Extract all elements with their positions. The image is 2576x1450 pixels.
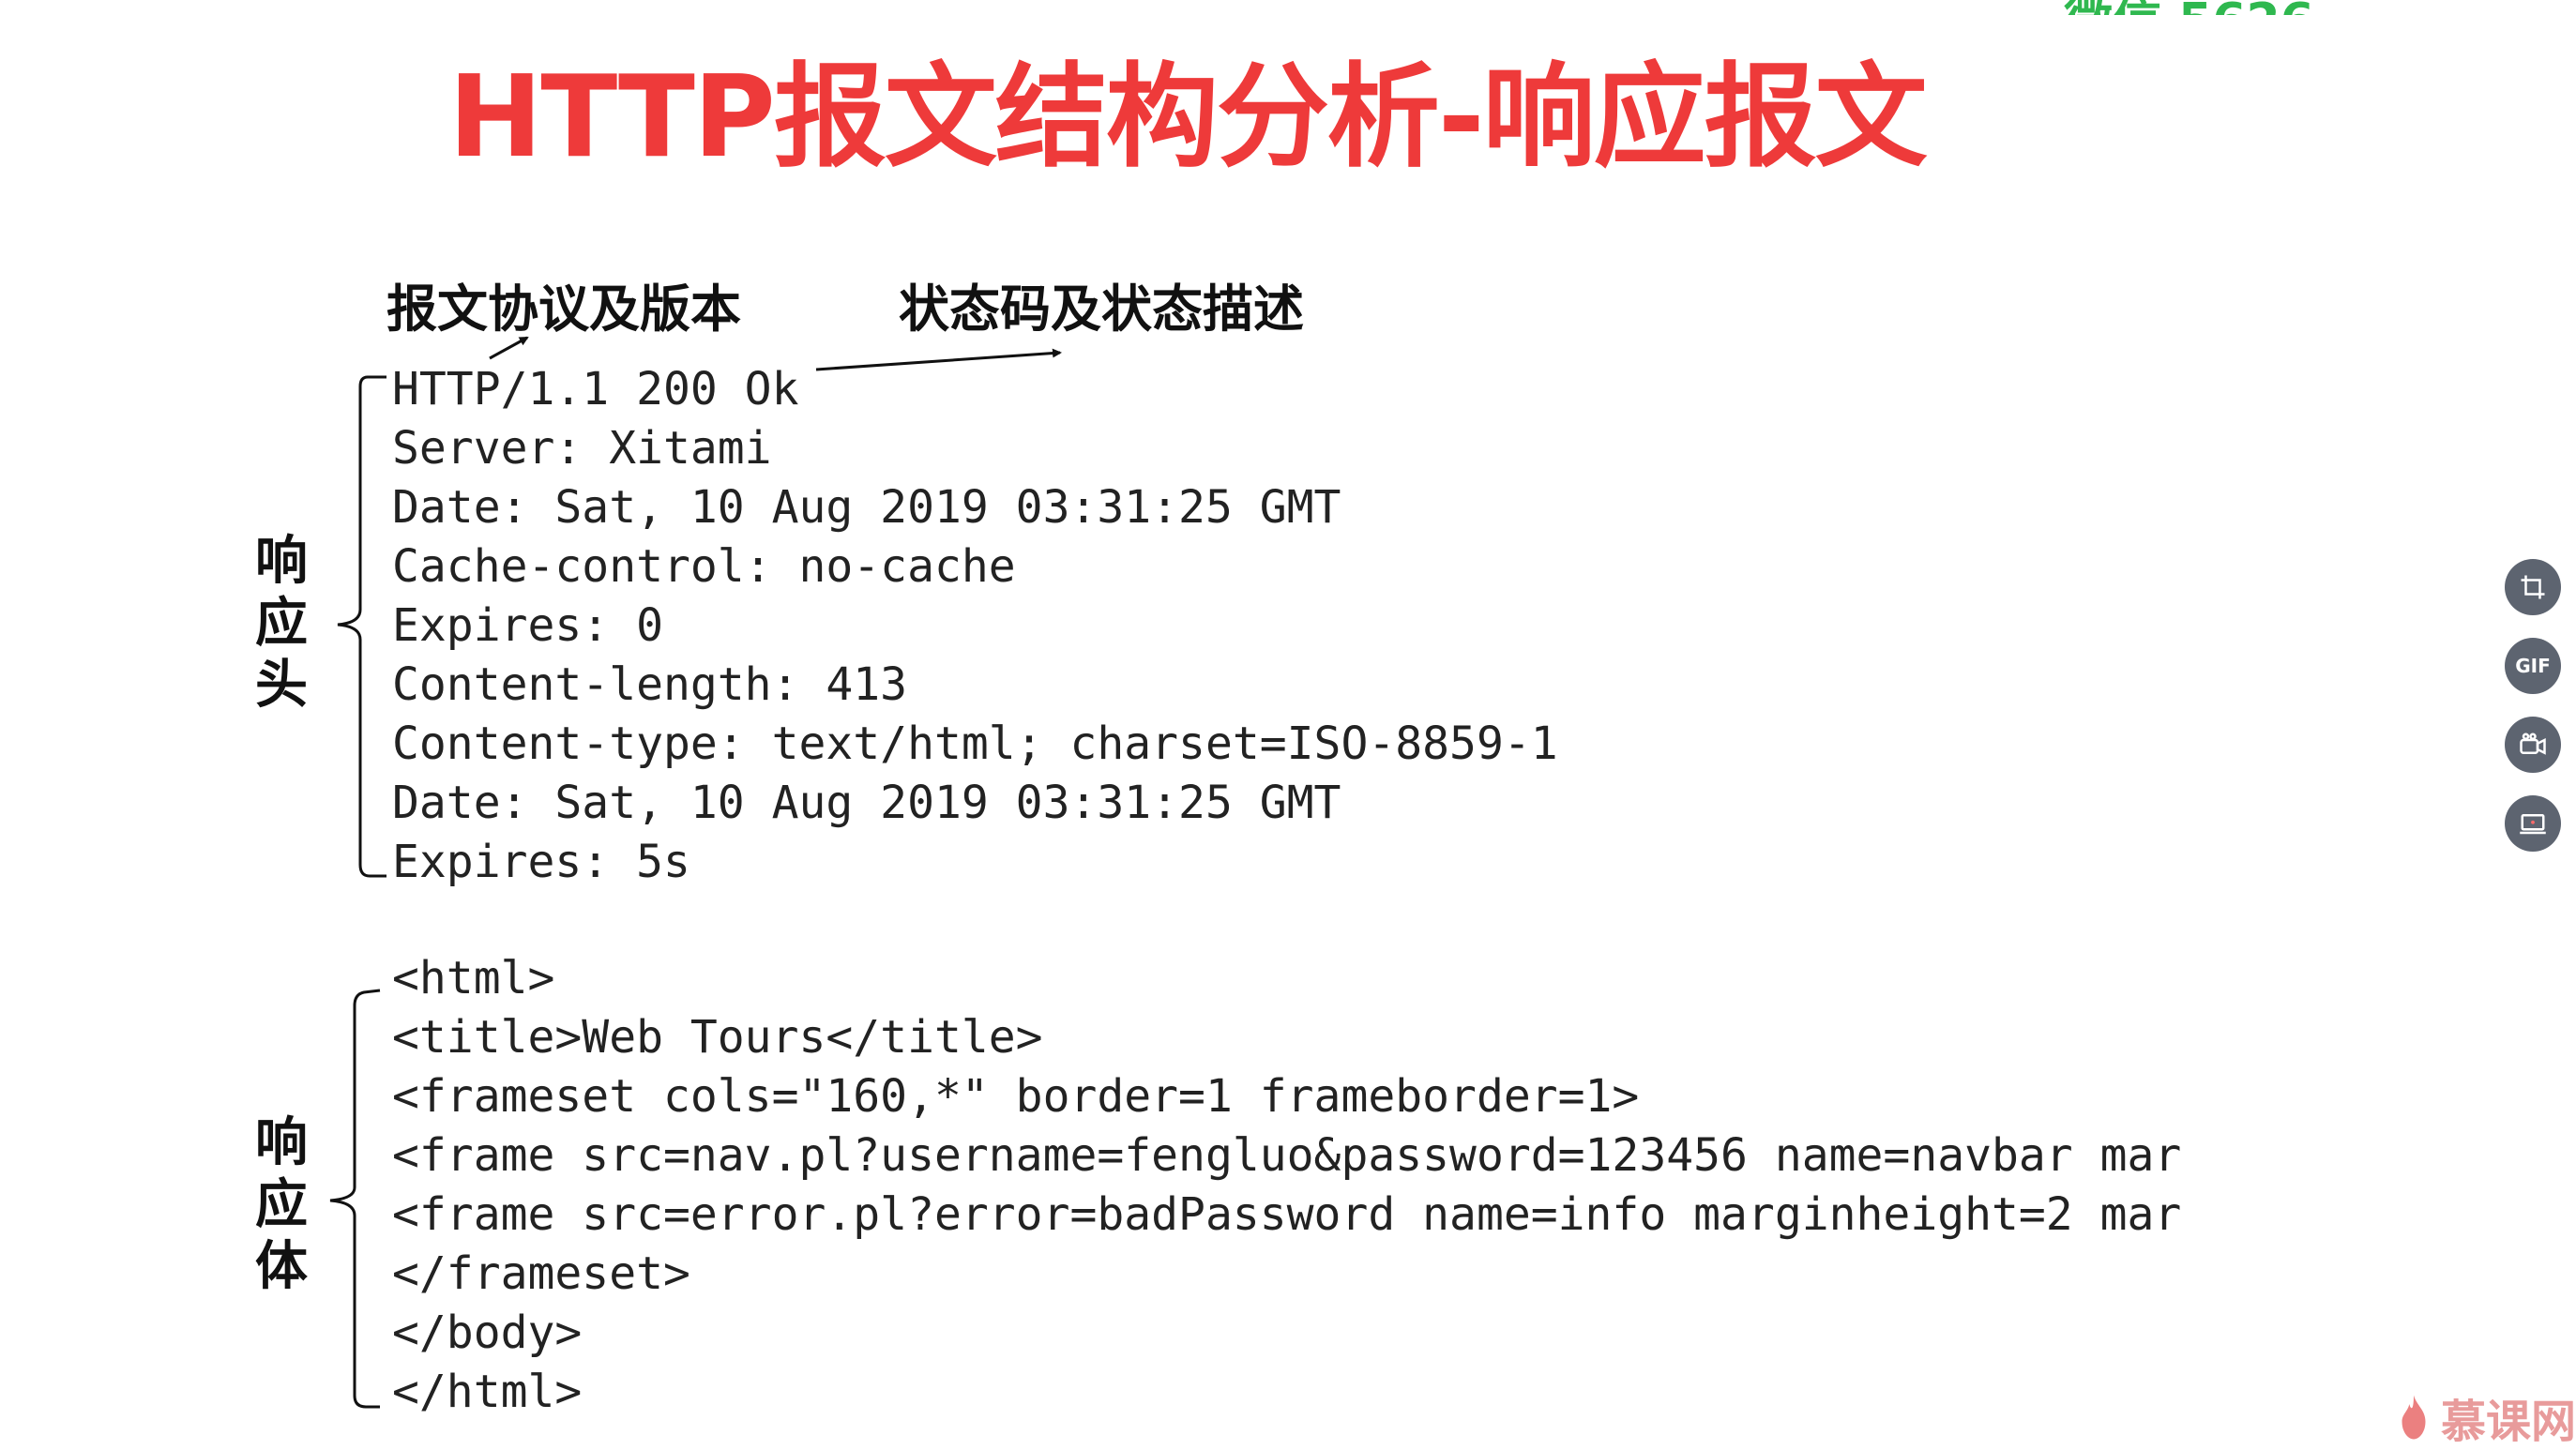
side-label-char: 响 — [255, 531, 308, 592]
body-line: <title>Web Tours</title> — [392, 1011, 1043, 1064]
header-line-date-2: Date: Sat, 10 Aug 2019 03:31:25 GMT — [392, 777, 1341, 829]
side-label-char: 体 — [255, 1236, 308, 1297]
gif-icon: GIF — [2515, 655, 2551, 677]
side-label-char: 头 — [255, 655, 308, 716]
mooc-watermark: 慕课网 — [2396, 1384, 2576, 1450]
camera-icon — [2520, 733, 2546, 755]
watermark-text: 慕课网 — [2440, 1396, 2576, 1448]
screen-record-button[interactable] — [2505, 795, 2561, 852]
header-line-status: HTTP/1.1 200 Ok — [392, 363, 799, 415]
header-line-expires: Expires: 0 — [392, 599, 663, 652]
side-label-char: 应 — [255, 1174, 308, 1235]
header-line-cache-control: Cache-control: no-cache — [392, 540, 1016, 593]
annotation-protocol-version: 报文协议及版本 — [386, 279, 741, 339]
body-line: </html> — [392, 1366, 583, 1418]
header-line-content-length: Content-length: 413 — [392, 658, 908, 711]
side-toolbar: GIF — [2505, 559, 2561, 874]
response-body-code: <html> <title>Web Tours</title> <framese… — [392, 949, 2240, 1422]
crop-button[interactable] — [2505, 559, 2561, 615]
camera-button[interactable] — [2505, 717, 2561, 773]
annotation-status-code: 状态码及状态描述 — [899, 279, 1304, 339]
screen-record-icon — [2520, 814, 2546, 835]
corner-watermark: 微信 5626… — [2064, 0, 2363, 15]
flame-icon — [2402, 1395, 2426, 1440]
header-line-content-type: Content-type: text/html; charset=ISO-885… — [392, 717, 1558, 770]
header-line-expires-2: Expires: 5s — [392, 836, 690, 888]
slide-title: HTTP报文结构分析-响应报文 — [448, 53, 1928, 183]
response-header-code: HTTP/1.1 200 Ok Server: Xitami Date: Sat… — [392, 360, 2240, 892]
gif-button[interactable]: GIF — [2505, 638, 2561, 694]
body-line: </body> — [392, 1307, 583, 1359]
slide-canvas: 微信 5626… HTTP报文结构分析-响应报文 报文协议及版本 状态码及状态描… — [0, 0, 2576, 1448]
side-label-response-body: 响 应 体 — [249, 1112, 314, 1298]
body-line: <frame src=error.pl?error=badPassword na… — [392, 1188, 2182, 1241]
header-line-server: Server: Xitami — [392, 422, 772, 475]
body-line: </frameset> — [392, 1247, 690, 1300]
side-label-response-header: 响 应 头 — [249, 531, 314, 717]
body-line: <html> — [392, 952, 555, 1004]
side-label-char: 响 — [255, 1112, 308, 1173]
brace-response-header — [337, 375, 386, 878]
body-line: <frame src=nav.pl?username=fengluo&passw… — [392, 1129, 2182, 1182]
brace-response-body — [329, 989, 381, 1409]
side-label-char: 应 — [255, 593, 308, 654]
crop-icon — [2521, 575, 2545, 599]
body-line: <frameset cols="160,*" border=1 framebor… — [392, 1070, 1640, 1123]
header-line-date: Date: Sat, 10 Aug 2019 03:31:25 GMT — [392, 481, 1341, 534]
